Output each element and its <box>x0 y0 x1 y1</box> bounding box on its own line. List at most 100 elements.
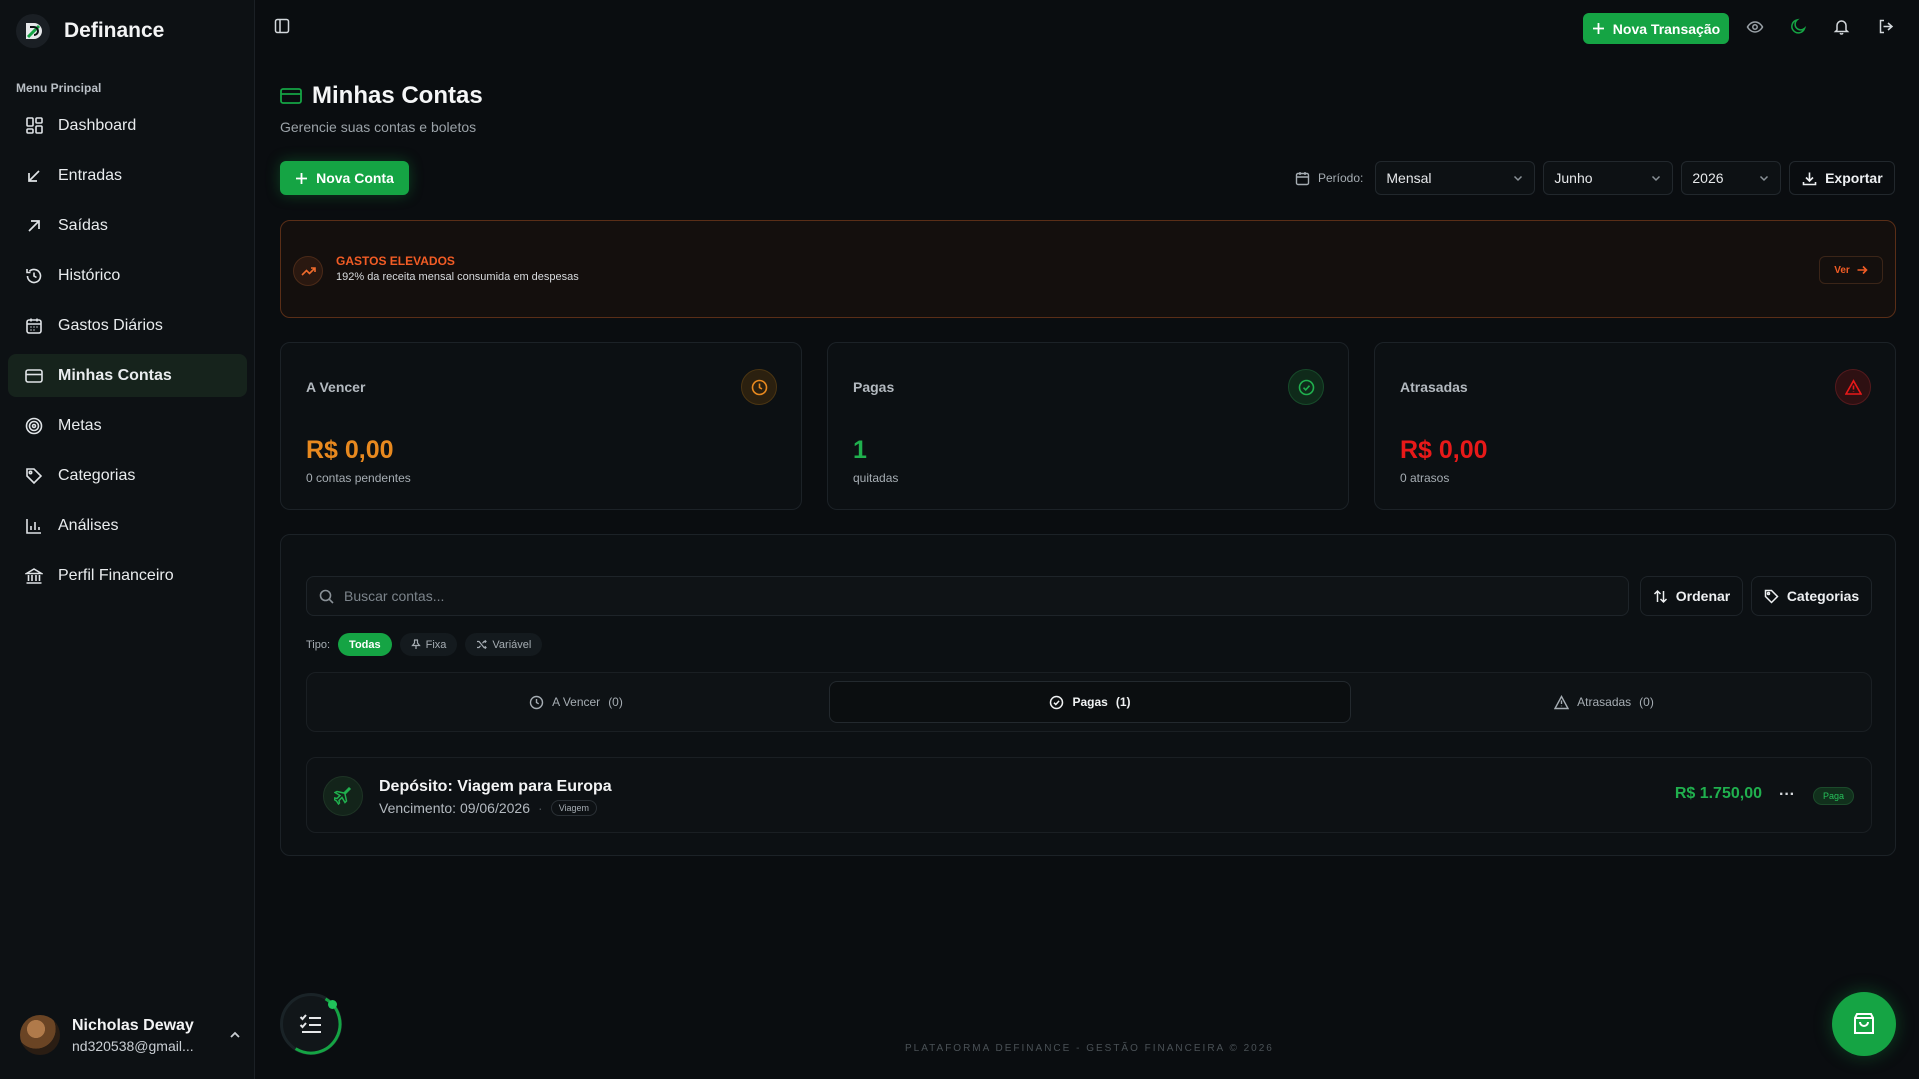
warning-triangle-icon <box>1835 369 1871 405</box>
year-select[interactable]: 2026 <box>1681 161 1782 195</box>
sidebar-item-label: Perfil Financeiro <box>58 566 174 584</box>
alert-view-label: Ver <box>1834 264 1850 276</box>
check-circle-icon <box>1049 695 1064 710</box>
chevron-up-icon[interactable] <box>228 1028 242 1042</box>
more-options-icon[interactable]: ··· <box>1779 786 1795 804</box>
sidebar-item-categorias[interactable]: Categorias <box>8 454 247 497</box>
period-label: Período: <box>1295 171 1363 186</box>
new-account-button[interactable]: Nova Conta <box>280 161 409 195</box>
type-chip-todas[interactable]: Todas <box>338 633 392 656</box>
tasks-fab[interactable] <box>280 993 342 1055</box>
sidebar-item-minhas-contas[interactable]: Minhas Contas <box>8 354 247 397</box>
clock-icon <box>529 695 544 710</box>
type-filter: Tipo: Todas Fixa Variável <box>306 633 543 656</box>
sidebar-nav: Dashboard Entradas Saídas Histórico Gast… <box>8 104 247 604</box>
period-mode-value: Mensal <box>1386 170 1432 186</box>
chip-label: Todas <box>349 638 381 651</box>
eye-icon[interactable] <box>1746 18 1764 36</box>
search-field[interactable] <box>306 576 1629 616</box>
credit-card-icon <box>280 87 302 105</box>
alert-title: GASTOS ELEVADOS <box>336 254 455 268</box>
page-title: Minhas Contas <box>280 82 483 110</box>
sidebar-item-label: Saídas <box>58 216 108 234</box>
sort-icon <box>1653 589 1668 604</box>
card-value: 1 <box>853 436 867 464</box>
tab-count: (0) <box>1639 695 1654 709</box>
check-circle-icon <box>1288 369 1324 405</box>
sidebar: Definance Menu Principal Dashboard Entra… <box>0 0 255 1079</box>
account-due: Vencimento: 09/06/2026 <box>379 800 531 816</box>
account-amount: R$ 1.750,00 <box>1674 785 1762 802</box>
account-row[interactable]: Depósito: Viagem para Europa Vencimento:… <box>306 757 1872 833</box>
logout-icon[interactable] <box>1877 18 1894 35</box>
month-select[interactable]: Junho <box>1543 161 1674 195</box>
shopping-bag-icon <box>1851 1011 1877 1037</box>
categories-button[interactable]: Categorias <box>1751 576 1872 616</box>
card-label: Pagas <box>853 379 895 395</box>
chevron-down-icon <box>1758 172 1770 184</box>
sidebar-item-label: Histórico <box>58 266 121 284</box>
avatar <box>20 1015 60 1055</box>
accounts-panel: Ordenar Categorias Tipo: Todas Fixa Vari… <box>280 534 1896 856</box>
summary-card-atrasadas: Atrasadas R$ 0,00 0 atrasos <box>1374 342 1896 510</box>
chevron-down-icon <box>1650 172 1662 184</box>
status-tabs: A Vencer (0) Pagas (1) Atrasadas (0) <box>306 672 1872 732</box>
month-value: Junho <box>1554 170 1593 186</box>
alert-view-button[interactable]: Ver <box>1819 256 1883 284</box>
card-value: R$ 0,00 <box>306 436 394 464</box>
sidebar-item-saidas[interactable]: Saídas <box>8 204 247 247</box>
tab-pagas[interactable]: Pagas (1) <box>829 681 1351 723</box>
tab-count: (0) <box>608 695 623 709</box>
sidebar-item-perfil-financeiro[interactable]: Perfil Financeiro <box>8 554 247 597</box>
tab-label: Atrasadas <box>1577 695 1632 709</box>
sidebar-item-gastos-diarios[interactable]: Gastos Diários <box>8 304 247 347</box>
type-chip-variavel[interactable]: Variável <box>465 633 543 656</box>
sidebar-toggle-icon[interactable] <box>274 18 290 34</box>
notification-dot <box>328 1000 337 1009</box>
plus-icon <box>295 172 308 185</box>
sidebar-item-entradas[interactable]: Entradas <box>8 154 247 197</box>
card-sub: 0 atrasos <box>1400 471 1450 485</box>
page-title-text: Minhas Contas <box>312 82 483 109</box>
type-chip-fixa[interactable]: Fixa <box>399 633 458 656</box>
user-menu[interactable]: Nicholas Deway nd320538@gmail... <box>20 1015 242 1055</box>
clock-icon <box>741 369 777 405</box>
tab-atrasadas[interactable]: Atrasadas (0) <box>1343 681 1865 723</box>
arrow-up-right-icon <box>24 216 44 236</box>
shopping-bag-fab[interactable] <box>1832 992 1896 1056</box>
period-mode-select[interactable]: Mensal <box>1375 161 1536 195</box>
chip-label: Variável <box>492 638 532 651</box>
download-icon <box>1802 171 1817 186</box>
sidebar-item-dashboard[interactable]: Dashboard <box>8 104 247 147</box>
export-button[interactable]: Exportar <box>1789 161 1896 195</box>
brand[interactable]: Definance <box>16 14 164 48</box>
new-transaction-button[interactable]: Nova Transação <box>1583 13 1729 44</box>
plane-icon <box>323 776 363 816</box>
warning-triangle-icon <box>1554 694 1570 710</box>
export-label: Exportar <box>1825 170 1883 186</box>
high-spending-alert: GASTOS ELEVADOS 192% da receita mensal c… <box>280 220 1896 318</box>
bell-icon[interactable] <box>1833 18 1850 35</box>
sort-button[interactable]: Ordenar <box>1640 576 1743 616</box>
sidebar-item-historico[interactable]: Histórico <box>8 254 247 297</box>
page-subtitle: Gerencie suas contas e boletos <box>280 119 477 135</box>
alert-text: 192% da receita mensal consumida em desp… <box>336 271 579 283</box>
period-filter: Período: Mensal Junho 2026 Exportar <box>1295 161 1896 195</box>
sidebar-item-metas[interactable]: Metas <box>8 404 247 447</box>
tab-a-vencer[interactable]: A Vencer (0) <box>315 681 837 723</box>
new-account-label: Nova Conta <box>316 170 394 186</box>
trending-up-icon <box>293 256 323 286</box>
user-info: Nicholas Deway nd320538@gmail... <box>72 1017 194 1054</box>
chevron-down-icon <box>1512 172 1524 184</box>
tab-count: (1) <box>1115 695 1131 709</box>
brand-name: Definance <box>64 19 165 42</box>
moon-icon[interactable] <box>1790 18 1807 35</box>
menu-title: Menu Principal <box>16 81 102 95</box>
tab-label: A Vencer <box>552 695 601 709</box>
search-input[interactable] <box>344 588 1588 604</box>
target-icon <box>24 416 44 436</box>
card-label: Atrasadas <box>1400 379 1468 395</box>
sidebar-item-label: Análises <box>58 516 119 534</box>
search-icon <box>319 589 334 604</box>
sidebar-item-analises[interactable]: Análises <box>8 504 247 547</box>
